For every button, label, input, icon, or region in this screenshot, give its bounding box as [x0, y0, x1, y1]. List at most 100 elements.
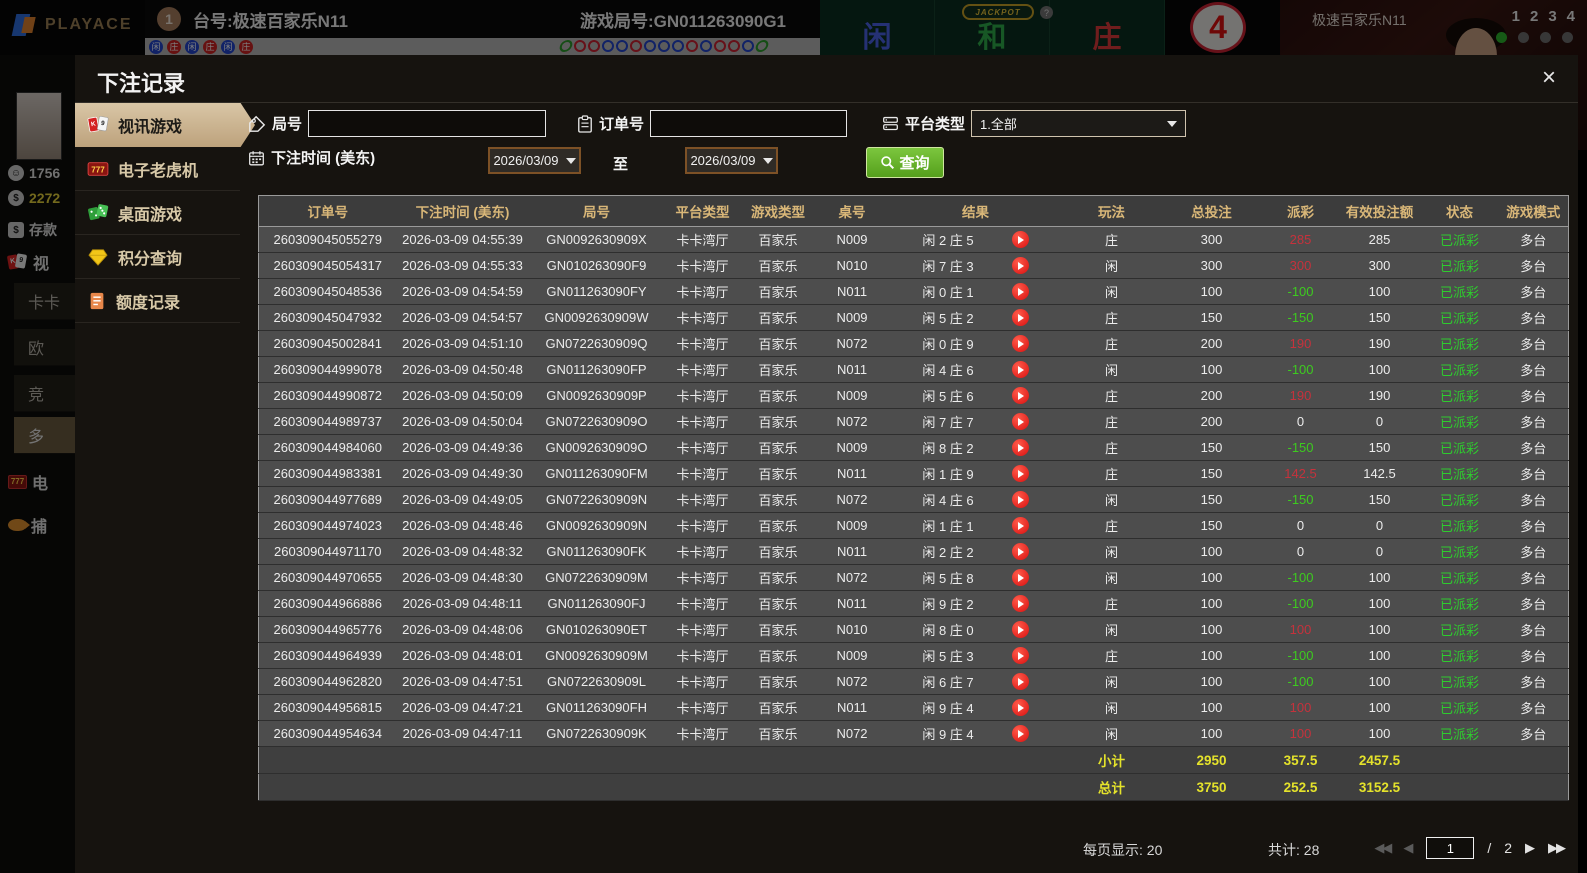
table-cell: GN0092630909N	[528, 512, 665, 539]
replay-button[interactable]	[1011, 283, 1029, 300]
subtotal-payout: 357.5	[1262, 746, 1339, 774]
order-icon	[578, 114, 592, 133]
total-bet: 3750	[1160, 773, 1263, 801]
order-number-input[interactable]	[650, 110, 848, 137]
table-cell: 0	[1262, 538, 1339, 565]
replay-button[interactable]	[1011, 725, 1029, 742]
table-cell: 2026-03-09 04:50:48	[396, 356, 529, 383]
table-cell: 闲 8 庄 2	[888, 434, 1063, 461]
table-cell: N011	[815, 356, 889, 383]
table-cell: 卡卡湾厅	[664, 486, 741, 513]
replay-button[interactable]	[1011, 491, 1029, 508]
grand-total-row: 总计 3750 252.5 3152.5	[258, 773, 1569, 801]
table-cell: GN0092630909X	[528, 226, 665, 253]
prev-page-button[interactable]: ◀	[1403, 840, 1413, 856]
table-cell: 2026-03-09 04:47:51	[396, 668, 529, 695]
tab-points-query[interactable]: 积分查询	[75, 235, 240, 279]
result-text: 闲 7 庄 7	[922, 415, 974, 430]
replay-button[interactable]	[1011, 387, 1029, 404]
next-page-button[interactable]: ▶	[1525, 840, 1535, 856]
table-footer: 每页显示: 20 共计: 28 ◀◀ ◀ 1 / 2 ▶ ▶▶	[240, 837, 1578, 863]
replay-button[interactable]	[1011, 621, 1029, 638]
date-to-label: 至	[613, 156, 629, 173]
date-from-select[interactable]: 2026/03/09	[488, 147, 581, 174]
table-cell: 多台	[1498, 720, 1569, 747]
replay-button[interactable]	[1011, 465, 1029, 482]
close-icon[interactable]: ×	[1542, 65, 1556, 91]
table-cell: 285	[1338, 226, 1421, 253]
tab-table-games[interactable]: 桌面游戏	[75, 191, 240, 235]
table-cell: 100	[1338, 720, 1421, 747]
table-cell: 卡卡湾厅	[664, 304, 741, 331]
page-total: 2	[1504, 840, 1512, 856]
table-cell: 100	[1160, 356, 1263, 383]
table-cell: N011	[815, 538, 889, 565]
date-to-select[interactable]: 2026/03/09	[685, 147, 778, 174]
search-button[interactable]: 查询	[866, 147, 944, 178]
betting-records-modal: 下注记录 × K 9 视讯游戏 777 电子老虎机 桌面游戏 积分查询 额度记录…	[75, 55, 1578, 873]
diamond-icon	[88, 248, 108, 266]
table-cell: 百家乐	[740, 304, 816, 331]
table-row: 260309044990872 2026-03-09 04:50:09 GN0092…	[258, 382, 1569, 409]
table-cell: 0	[1338, 538, 1421, 565]
tab-video-games[interactable]: K 9 视讯游戏	[75, 103, 255, 147]
chevron-down-icon	[762, 157, 773, 164]
subtotal-bet: 2950	[1160, 746, 1263, 774]
table-cell: 已派彩	[1420, 356, 1499, 383]
replay-button[interactable]	[1011, 517, 1029, 534]
result-text: 闲 2 庄 5	[922, 233, 974, 248]
replay-button[interactable]	[1011, 595, 1029, 612]
table-row: 260309045047932 2026-03-09 04:54:57 GN0092…	[258, 304, 1569, 331]
table-cell: 285	[1262, 226, 1339, 253]
first-page-button[interactable]: ◀◀	[1374, 840, 1392, 856]
table-cell: 多台	[1498, 642, 1569, 669]
table-cell: 闲	[1062, 564, 1161, 591]
table-cell: N011	[815, 590, 889, 617]
table-cell: 闲 7 庄 7	[888, 408, 1063, 435]
round-number-input[interactable]	[308, 110, 547, 137]
table-row: 260309044974023 2026-03-09 04:48:46 GN0092…	[258, 512, 1569, 539]
table-cell: 多台	[1498, 486, 1569, 513]
result-text: 闲 6 庄 7	[922, 675, 974, 690]
table-cell: 260309044962820	[258, 668, 397, 695]
table-row: 260309045054317 2026-03-09 04:55:33 GN0102…	[258, 252, 1569, 279]
table-cell: 2026-03-09 04:55:39	[396, 226, 529, 253]
total-payout: 252.5	[1262, 773, 1339, 801]
table-cell: -100	[1262, 278, 1339, 305]
table-cell: 闲 9 庄 2	[888, 590, 1063, 617]
replay-button[interactable]	[1011, 361, 1029, 378]
replay-button[interactable]	[1011, 309, 1029, 326]
table-cell: GN0722630909L	[528, 668, 665, 695]
dice-icon	[88, 203, 109, 220]
tab-credit-records[interactable]: 额度记录	[75, 279, 240, 323]
table-row: 260309045055279 2026-03-09 04:55:39 GN0092…	[258, 226, 1569, 253]
tab-slots[interactable]: 777 电子老虎机	[75, 147, 240, 191]
replay-button[interactable]	[1011, 439, 1029, 456]
replay-button[interactable]	[1011, 647, 1029, 664]
replay-button[interactable]	[1011, 569, 1029, 586]
table-cell: 卡卡湾厅	[664, 668, 741, 695]
table-cell: 百家乐	[740, 538, 816, 565]
replay-button[interactable]	[1011, 231, 1029, 248]
page-input[interactable]: 1	[1426, 837, 1475, 859]
subtotal-label: 小计	[1062, 746, 1161, 774]
table-cell: 已派彩	[1420, 434, 1499, 461]
replay-button[interactable]	[1011, 673, 1029, 690]
table-cell: GN010263090F9	[528, 252, 665, 279]
replay-button[interactable]	[1011, 413, 1029, 430]
table-cell: 百家乐	[740, 486, 816, 513]
replay-button[interactable]	[1011, 335, 1029, 352]
platform-type-select[interactable]: 1.全部	[971, 110, 1187, 137]
replay-button[interactable]	[1011, 257, 1029, 274]
table-cell: -150	[1262, 304, 1339, 331]
table-cell: 已派彩	[1420, 616, 1499, 643]
replay-button[interactable]	[1011, 543, 1029, 560]
table-cell: GN011263090FY	[528, 278, 665, 305]
table-cell: 200	[1160, 408, 1263, 435]
table-cell: 庄	[1062, 226, 1161, 253]
table-cell: 100	[1160, 538, 1263, 565]
replay-button[interactable]	[1011, 699, 1029, 716]
table-cell: 300	[1160, 252, 1263, 279]
platform-filter-label: 平台类型	[905, 116, 966, 133]
last-page-button[interactable]: ▶▶	[1548, 840, 1566, 856]
